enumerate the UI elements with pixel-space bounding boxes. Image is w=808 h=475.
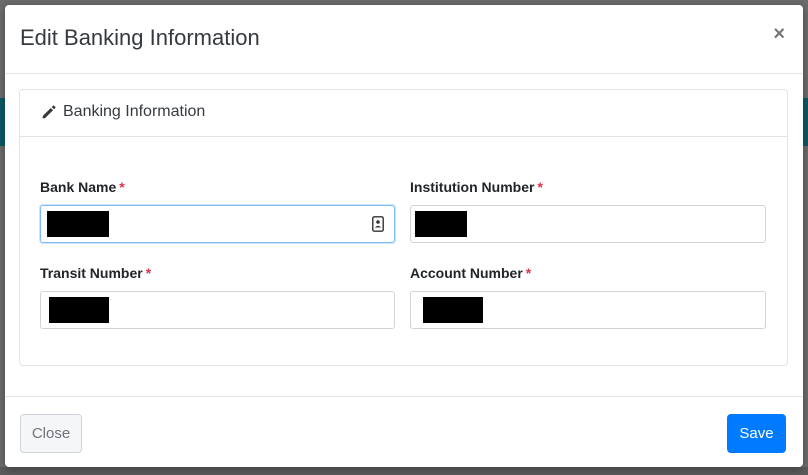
pencil-icon xyxy=(42,105,56,119)
institution-number-label: Institution Number * xyxy=(410,179,543,195)
contact-card-icon[interactable] xyxy=(372,216,384,232)
modal-title: Edit Banking Information xyxy=(20,25,260,50)
required-marker: * xyxy=(525,265,532,281)
transit-number-label: Transit Number * xyxy=(40,265,152,281)
bank-name-label: Bank Name * xyxy=(40,179,125,195)
modal-header: Edit Banking Information × xyxy=(5,5,803,74)
redacted-value xyxy=(49,297,109,323)
edit-banking-modal: Edit Banking Information × Banking Infor… xyxy=(5,5,803,467)
account-number-input[interactable] xyxy=(410,291,766,329)
institution-number-input[interactable] xyxy=(410,205,766,243)
close-icon[interactable]: × xyxy=(773,23,785,46)
redacted-value xyxy=(423,297,483,323)
redacted-value xyxy=(47,211,109,237)
transit-number-input[interactable] xyxy=(40,291,395,329)
redacted-value xyxy=(415,211,467,237)
close-button[interactable]: Close xyxy=(20,414,82,453)
required-marker: * xyxy=(537,179,543,195)
banking-info-card: Banking Information Bank Name * Instituti… xyxy=(19,89,788,366)
required-marker: * xyxy=(119,179,125,195)
background-footer xyxy=(0,467,808,475)
account-number-label: Account Number * xyxy=(410,265,532,281)
card-title: Banking Information xyxy=(63,103,206,120)
bank-name-input[interactable] xyxy=(40,205,395,243)
required-marker: * xyxy=(145,265,152,281)
modal-footer: Close Save xyxy=(5,396,803,468)
save-button[interactable]: Save xyxy=(727,414,786,453)
card-header: Banking Information xyxy=(20,90,787,137)
